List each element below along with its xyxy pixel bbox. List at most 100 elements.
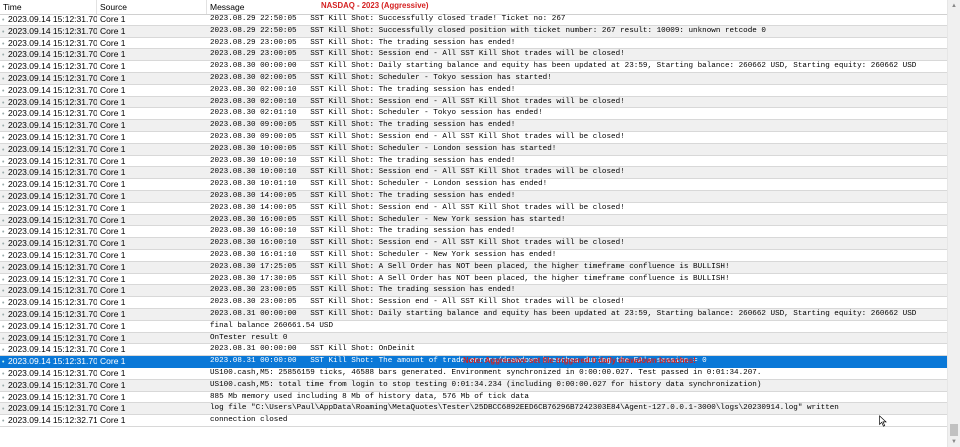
log-message: 2023.08.29 23:00:05 SST Kill Shot: Sessi… <box>210 50 625 59</box>
log-source: Core 1 <box>100 415 126 426</box>
log-row[interactable]: • 2023.09.14 15:12:31.701 Core 1 885 Mb mem… <box>0 392 948 404</box>
log-row[interactable]: • 2023.09.14 15:12:31.701 Core 1 2023.08.30… <box>0 61 948 73</box>
log-message: 2023.08.30 16:01:10 SST Kill Shot: Sched… <box>210 250 557 259</box>
log-row[interactable]: • 2023.09.14 15:12:31.701 Core 1 2023.08.30… <box>0 226 948 239</box>
log-row[interactable]: • 2023.09.14 15:12:31.701 Core 1 2023.08.30… <box>0 238 948 250</box>
log-time-text: 2023.09.14 15:12:31.701 <box>8 273 97 284</box>
log-source: Core 1 <box>100 367 126 378</box>
log-row[interactable]: • 2023.09.14 15:12:31.701 Core 1 2023.08.30… <box>0 179 948 191</box>
log-row[interactable]: • 2023.09.14 15:12:31.701 Core 1 log file "… <box>0 403 948 416</box>
log-row[interactable]: • 2023.09.14 15:12:32.718 Core 1 connection… <box>0 415 948 427</box>
log-message: 2023.08.30 14:00:05 SST Kill Shot: The t… <box>210 191 516 200</box>
log-row[interactable]: • 2023.09.14 15:12:31.701 Core 1 2023.08.30… <box>0 261 948 274</box>
column-header-source[interactable]: Source <box>97 0 207 14</box>
log-source: Core 1 <box>100 179 126 190</box>
log-row[interactable]: • 2023.09.14 15:12:31.701 Core 1 2023.08.30… <box>0 108 948 121</box>
log-time-text: 2023.09.14 15:12:31.701 <box>8 202 97 213</box>
log-message: final balance 260661.54 USD <box>210 321 334 330</box>
log-time-text: 2023.09.14 15:12:31.701 <box>8 320 97 331</box>
log-row[interactable]: • 2023.09.14 15:12:31.701 Core 1 2023.08.30… <box>0 132 948 144</box>
log-time: • 2023.09.14 15:12:31.701 <box>0 215 97 226</box>
log-row[interactable]: • 2023.09.14 15:12:31.701 Core 1 2023.08.29… <box>0 38 948 50</box>
log-time: • 2023.09.14 15:12:31.701 <box>0 333 97 344</box>
log-source: Core 1 <box>100 190 126 201</box>
log-row[interactable]: • 2023.09.14 15:12:31.701 Core 1 2023.08.30… <box>0 96 948 109</box>
column-header-message[interactable]: Message <box>207 0 948 14</box>
log-source: Core 1 <box>100 238 126 249</box>
log-time-text: 2023.09.14 15:12:31.701 <box>8 214 97 225</box>
log-row[interactable]: • 2023.09.14 15:12:31.701 Core 1 2023.08.30… <box>0 167 948 180</box>
log-row[interactable]: • 2023.09.14 15:12:31.701 Core 1 2023.08.29… <box>0 49 948 62</box>
log-time: • 2023.09.14 15:12:31.701 <box>0 73 97 84</box>
log-source: Core 1 <box>100 391 126 402</box>
log-time: • 2023.09.14 15:12:31.701 <box>0 191 97 202</box>
log-time-text: 2023.09.14 15:12:31.701 <box>8 391 97 402</box>
log-time: • 2023.09.14 15:12:31.701 <box>0 368 97 379</box>
log-time-text: 2023.09.14 15:12:31.701 <box>8 143 97 154</box>
log-row[interactable]: • 2023.09.14 15:12:31.701 Core 1 US100.cash… <box>0 368 948 380</box>
log-time-text: 2023.09.14 15:12:31.701 <box>8 379 97 390</box>
log-row[interactable]: • 2023.09.14 15:12:31.701 Core 1 2023.08.30… <box>0 214 948 227</box>
log-time-text: 2023.09.14 15:12:31.701 <box>8 14 97 24</box>
log-row[interactable]: • 2023.09.14 15:12:31.701 Core 1 2023.08.29… <box>0 14 948 26</box>
log-message: 2023.08.30 16:00:10 SST Kill Shot: Sessi… <box>210 239 625 248</box>
log-row[interactable]: • 2023.09.14 15:12:31.701 Core 1 2023.08.30… <box>0 143 948 156</box>
mouse-cursor-icon <box>879 415 887 427</box>
log-row[interactable]: • 2023.09.14 15:12:31.701 Core 1 final bala… <box>0 321 948 333</box>
log-time-text: 2023.09.14 15:12:31.701 <box>8 37 97 48</box>
log-row[interactable]: • 2023.09.14 15:12:31.701 Core 1 2023.08.30… <box>0 156 948 168</box>
log-row[interactable]: • 2023.09.14 15:12:31.701 Core 1 2023.08.30… <box>0 190 948 203</box>
column-header-time[interactable]: Time <box>0 0 97 14</box>
log-row[interactable]: • 2023.09.14 15:12:31.701 Core 1 2023.08.30… <box>0 297 948 309</box>
log-row[interactable]: • 2023.09.14 15:12:31.701 Core 1 OnTester r… <box>0 332 948 345</box>
log-row[interactable]: • 2023.09.14 15:12:31.701 Core 1 US100.cash… <box>0 379 948 392</box>
log-source: Core 1 <box>100 332 126 343</box>
scroll-up-arrow-icon[interactable]: ▲ <box>948 0 960 12</box>
log-message: 2023.08.30 09:00:05 SST Kill Shot: Sessi… <box>210 132 625 141</box>
log-time-text: 2023.09.14 15:12:31.701 <box>8 167 97 178</box>
log-time: • 2023.09.14 15:12:31.701 <box>0 356 97 367</box>
log-message: US100.cash,M5: 25856159 ticks, 46588 bar… <box>210 368 762 377</box>
log-message: 2023.08.31 00:00:00 SST Kill Shot: Daily… <box>210 309 917 318</box>
log-source: Core 1 <box>100 285 126 296</box>
log-time-text: 2023.09.14 15:12:31.701 <box>8 108 97 119</box>
log-row[interactable]: • 2023.09.14 15:12:31.701 Core 1 2023.08.30… <box>0 285 948 298</box>
log-row[interactable]: • 2023.09.14 15:12:31.701 Core 1 2023.08.31… <box>0 344 948 357</box>
log-time: • 2023.09.14 15:12:31.701 <box>0 344 97 355</box>
log-row[interactable]: • 2023.09.14 15:12:31.701 Core 1 2023.08.30… <box>0 274 948 286</box>
log-time-text: 2023.09.14 15:12:31.701 <box>8 155 97 166</box>
log-message: 2023.08.31 00:00:00 SST Kill Shot: OnDei… <box>210 345 416 354</box>
log-row[interactable]: • 2023.09.14 15:12:31.701 Core 1 2023.08.31… <box>0 308 948 321</box>
log-row[interactable]: • 2023.09.14 15:12:31.701 Core 1 2023.08.30… <box>0 120 948 132</box>
log-source: Core 1 <box>100 131 126 142</box>
log-time-text: 2023.09.14 15:12:31.701 <box>8 285 97 296</box>
log-message: US100.cash,M5: total time from login to … <box>210 380 762 389</box>
log-row[interactable]: • 2023.09.14 15:12:31.701 Core 1 2023.08.30… <box>0 72 948 85</box>
log-row[interactable]: • 2023.09.14 15:12:31.701 Core 1 2023.08.30… <box>0 203 948 215</box>
log-message: connection closed <box>210 416 288 425</box>
scroll-down-arrow-icon[interactable]: ▼ <box>948 437 960 447</box>
log-source: Core 1 <box>100 261 126 272</box>
log-message: 2023.08.30 02:00:05 SST Kill Shot: Sched… <box>210 73 552 82</box>
vertical-scrollbar[interactable]: ▲ ▼ <box>947 0 960 447</box>
log-time: • 2023.09.14 15:12:31.701 <box>0 156 97 167</box>
log-time-text: 2023.09.14 15:12:31.701 <box>8 179 97 190</box>
log-time-text: 2023.09.14 15:12:31.701 <box>8 49 97 60</box>
log-row[interactable]: • 2023.09.14 15:12:31.701 Core 1 2023.08.29… <box>0 25 948 38</box>
log-time-text: 2023.09.14 15:12:31.701 <box>8 261 97 272</box>
log-row[interactable]: • 2023.09.14 15:12:31.701 Core 1 2023.08.30… <box>0 250 948 262</box>
log-time: • 2023.09.14 15:12:31.701 <box>0 297 97 308</box>
log-source: Core 1 <box>100 379 126 390</box>
log-message: 885 Mb memory used including 8 Mb of his… <box>210 392 529 401</box>
log-source: Core 1 <box>100 25 126 36</box>
log-source: Core 1 <box>100 49 126 60</box>
log-time-text: 2023.09.14 15:12:31.701 <box>8 344 97 355</box>
log-row[interactable]: • 2023.09.14 15:12:31.701 Core 1 2023.08.30… <box>0 85 948 97</box>
log-time-text: 2023.09.14 15:12:31.701 <box>8 96 97 107</box>
log-message: 2023.08.29 22:50:05 SST Kill Shot: Succe… <box>210 26 766 35</box>
log-time-text: 2023.09.14 15:12:31.701 <box>8 190 97 201</box>
scrollbar-thumb[interactable] <box>950 424 958 436</box>
log-message: 2023.08.30 17:30:05 SST Kill Shot: A Sel… <box>210 274 730 283</box>
log-time-text: 2023.09.14 15:12:32.718 <box>8 415 97 426</box>
log-time-text: 2023.09.14 15:12:31.701 <box>8 308 97 319</box>
